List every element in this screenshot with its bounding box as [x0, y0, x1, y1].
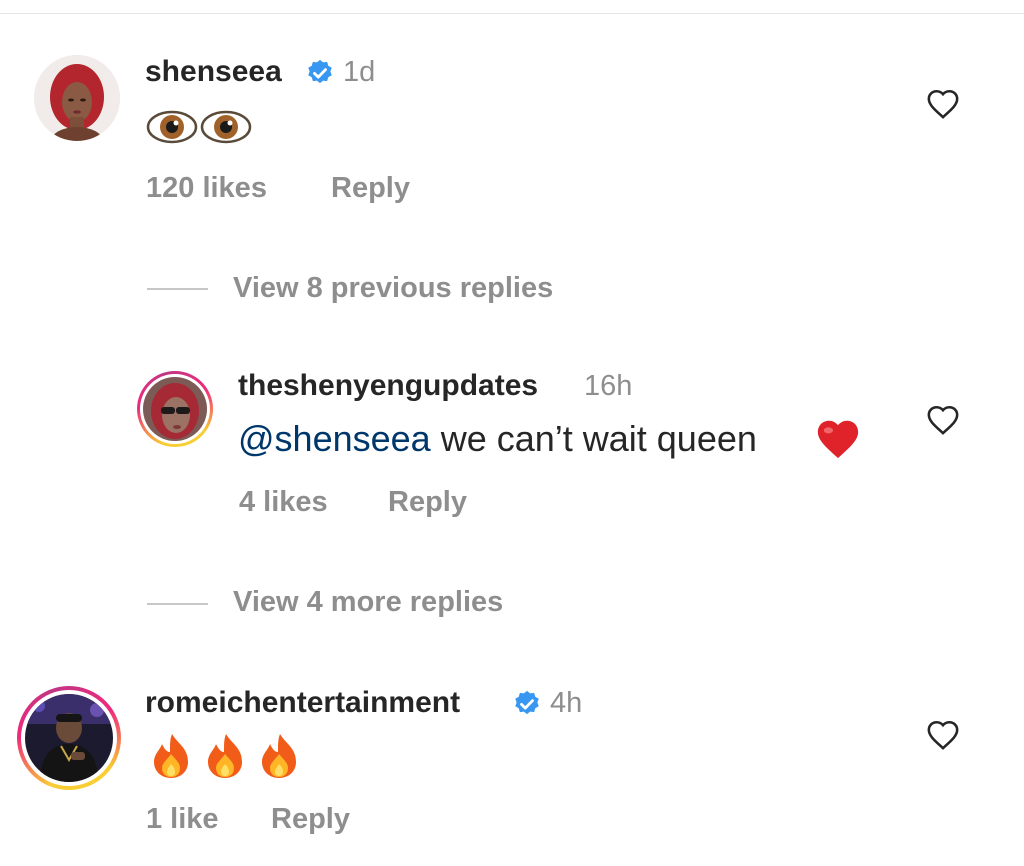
comment-time: 1d — [343, 56, 376, 88]
avatar-image — [143, 377, 207, 441]
heart-outline-icon[interactable] — [926, 719, 960, 751]
story-ring[interactable] — [17, 686, 121, 790]
avatar-romeichentertainment — [25, 694, 113, 782]
reply-button[interactable]: Reply — [388, 486, 467, 519]
view-previous-replies-label[interactable]: View 8 previous replies — [233, 272, 553, 305]
mention-link[interactable]: @shenseea — [238, 418, 431, 459]
comment-username[interactable]: theshenyengupdates — [238, 369, 538, 403]
view-more-replies-label[interactable]: View 4 more replies — [233, 586, 503, 619]
comment-text: 🔥🔥🔥 — [150, 732, 306, 785]
likes-count[interactable]: 4 likes — [239, 486, 328, 519]
thread-line — [147, 288, 208, 290]
red-heart-emoji — [817, 420, 859, 459]
avatar-theshenyengupdates — [143, 377, 207, 441]
top-divider — [0, 13, 1024, 14]
red-heart-emoji-wrap: ❤️ — [815, 417, 861, 466]
avatar-image — [34, 55, 120, 141]
comment-body: we can’t wait queen — [430, 418, 767, 459]
reply-button[interactable]: Reply — [271, 803, 350, 836]
comment-time: 4h — [550, 687, 583, 719]
likes-count[interactable]: 1 like — [146, 803, 219, 836]
verified-badge-icon — [515, 690, 539, 715]
comment-username[interactable]: shenseea — [145, 55, 282, 89]
story-ring[interactable] — [137, 371, 213, 447]
thread-line — [147, 603, 208, 605]
avatar-shenseea[interactable] — [34, 55, 120, 141]
comment-time: 16h — [584, 370, 633, 402]
fire-emoji — [154, 734, 296, 778]
heart-outline-icon[interactable] — [926, 88, 960, 120]
verified-badge-icon — [308, 59, 332, 84]
comment-username[interactable]: romeichentertainment — [145, 686, 460, 720]
eye-emoji — [146, 110, 252, 144]
comment-text: @shenseea we can’t wait queen — [238, 418, 767, 460]
comment-text: 👁👁 — [146, 106, 256, 153]
avatar-image — [25, 694, 113, 782]
reply-button[interactable]: Reply — [331, 172, 410, 205]
likes-count[interactable]: 120 likes — [146, 172, 267, 205]
heart-outline-icon[interactable] — [926, 404, 960, 436]
